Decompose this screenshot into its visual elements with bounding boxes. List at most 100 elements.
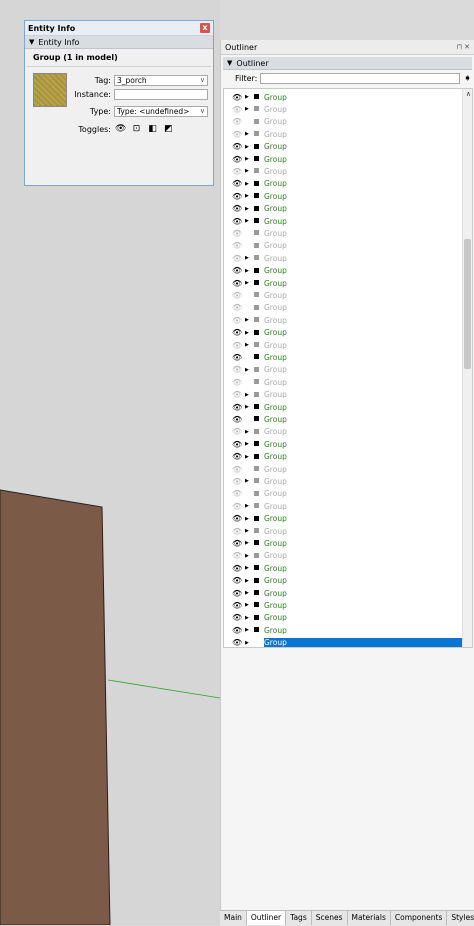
visibility-eye-icon[interactable]: 👁 — [232, 204, 242, 213]
expand-arrow-icon[interactable]: ▶ — [245, 342, 249, 348]
tree-row[interactable]: 👁 ▶ Group — [224, 438, 464, 450]
visibility-eye-icon[interactable]: 👁 — [232, 378, 242, 387]
visibility-eye-icon[interactable]: 👁 — [232, 589, 242, 598]
scroll-up-icon[interactable]: ∧ — [466, 90, 471, 98]
pin-icon[interactable]: ⊓ ✕ — [456, 43, 470, 51]
visibility-eye-icon[interactable]: 👁 — [232, 303, 242, 312]
tree-row[interactable]: 👁 ▶ Group — [224, 389, 464, 401]
expand-arrow-icon[interactable]: ▶ — [245, 144, 249, 150]
expand-arrow-icon[interactable]: ▶ — [245, 193, 249, 199]
tree-row[interactable]: 👁 ▶ Group — [224, 426, 464, 438]
outliner-section-header[interactable]: ▼ Outliner — [223, 57, 472, 70]
close-button[interactable]: x — [200, 23, 210, 33]
expand-arrow-icon[interactable]: ▶ — [245, 615, 249, 621]
visibility-eye-icon[interactable]: 👁 — [232, 105, 242, 114]
tree-row[interactable]: 👁 ▶ Group — [224, 190, 464, 202]
expand-arrow-icon[interactable]: ▶ — [245, 168, 249, 174]
tree-row[interactable]: 👁 ▶ Group — [224, 203, 464, 215]
collapse-triangle-icon[interactable]: ▼ — [29, 38, 34, 46]
expand-arrow-icon[interactable]: ▶ — [245, 540, 249, 546]
tree-row[interactable]: 👁 ▶ Group — [224, 500, 464, 512]
visibility-eye-icon[interactable]: 👁 — [232, 452, 242, 461]
tree-row[interactable]: 👁 Group — [224, 351, 464, 363]
tree-row[interactable]: 👁 ▶ Group — [224, 513, 464, 525]
visibility-eye-icon[interactable]: 👁 — [232, 241, 242, 250]
visibility-eye-icon[interactable]: 👁 — [232, 576, 242, 585]
visibility-eye-icon[interactable]: 👁 — [232, 217, 242, 226]
tree-row[interactable]: 👁 ▶ Group — [224, 327, 464, 339]
expand-arrow-icon[interactable]: ▶ — [245, 429, 249, 435]
expand-arrow-icon[interactable]: ▶ — [245, 528, 249, 534]
tree-row[interactable]: 👁 ▶ Group — [224, 91, 464, 103]
expand-arrow-icon[interactable]: ▶ — [245, 565, 249, 571]
tree-row[interactable]: 👁 Group — [224, 227, 464, 239]
tab-outliner[interactable]: Outliner — [246, 911, 287, 925]
tree-row[interactable]: 👁 ▶ Group — [224, 215, 464, 227]
expand-arrow-icon[interactable]: ▶ — [245, 640, 249, 646]
tree-row[interactable]: 👁 Group — [224, 289, 464, 301]
visibility-eye-icon[interactable]: 👁 — [232, 155, 242, 164]
tree-row[interactable]: 👁 ▶ Group — [224, 128, 464, 140]
tree-row[interactable]: 👁 Group — [224, 488, 464, 500]
collapse-triangle-icon[interactable]: ▼ — [227, 59, 232, 67]
expand-arrow-icon[interactable]: ▶ — [245, 516, 249, 522]
visibility-eye-icon[interactable]: 👁 — [232, 564, 242, 573]
tree-row[interactable]: 👁 ▶ Group — [224, 575, 464, 587]
tree-row[interactable]: 👁 ▶ Group — [224, 252, 464, 264]
tree-row[interactable]: 👁 ▶ Group — [224, 587, 464, 599]
expand-arrow-icon[interactable]: ▶ — [245, 503, 249, 509]
tree-row[interactable]: 👁 ▶ Group — [224, 178, 464, 190]
visibility-eye-icon[interactable]: 👁 — [232, 539, 242, 548]
tab-main[interactable]: Main — [220, 911, 247, 925]
expand-arrow-icon[interactable]: ▶ — [245, 94, 249, 100]
visibility-eye-icon[interactable]: 👁 — [232, 427, 242, 436]
tab-styles[interactable]: Styles — [447, 911, 474, 925]
expand-arrow-icon[interactable]: ▶ — [245, 441, 249, 447]
scroll-thumb[interactable] — [464, 239, 471, 369]
visibility-eye-icon[interactable]: 👁 — [232, 341, 242, 350]
tree-row[interactable]: 👁 ▶ Group — [224, 612, 464, 624]
visibility-eye-icon[interactable]: 👁 — [232, 613, 242, 622]
entity-info-section-header[interactable]: ▼ Entity Info — [25, 36, 213, 49]
expand-arrow-icon[interactable]: ▶ — [245, 181, 249, 187]
visibility-eye-icon[interactable]: 👁 — [232, 638, 242, 647]
tab-components[interactable]: Components — [390, 911, 448, 925]
visibility-eye-icon[interactable]: 👁 — [232, 626, 242, 635]
expand-arrow-icon[interactable]: ▶ — [245, 131, 249, 137]
tree-row[interactable]: 👁 Group — [224, 116, 464, 128]
visibility-eye-icon[interactable]: 👁 — [232, 440, 242, 449]
tree-row[interactable]: 👁 ▶ Group — [224, 364, 464, 376]
expand-arrow-icon[interactable]: ▶ — [245, 330, 249, 336]
visibility-eye-icon[interactable]: 👁 — [232, 130, 242, 139]
tree-row[interactable]: 👁 ▶ Group — [224, 265, 464, 277]
visibility-eye-icon[interactable]: 👁 — [232, 365, 242, 374]
visibility-eye-icon[interactable]: 👁 — [232, 489, 242, 498]
entity-info-titlebar[interactable]: Entity Info x — [25, 21, 213, 36]
expand-arrow-icon[interactable]: ▶ — [245, 268, 249, 274]
tree-row[interactable]: 👁 ▶ Group — [224, 599, 464, 611]
visibility-eye-icon[interactable]: 👁 — [232, 254, 242, 263]
tag-select[interactable]: 3_porch ∨ — [114, 75, 208, 86]
tree-row[interactable]: 👁 ▶ Group — [224, 277, 464, 289]
expand-arrow-icon[interactable]: ▶ — [245, 367, 249, 373]
tree-row[interactable]: 👁 ▶ Group — [224, 153, 464, 165]
expand-arrow-icon[interactable]: ▶ — [245, 106, 249, 112]
cast-shadows-icon[interactable]: ◩ — [163, 124, 174, 135]
visibility-eye-icon[interactable]: 👁 — [232, 353, 242, 362]
expand-arrow-icon[interactable]: ▶ — [245, 317, 249, 323]
expand-arrow-icon[interactable]: ▶ — [245, 602, 249, 608]
expand-arrow-icon[interactable]: ▶ — [245, 627, 249, 633]
tree-row[interactable]: 👁 ▶ Group — [224, 475, 464, 487]
visibility-eye-icon[interactable]: 👁 — [232, 291, 242, 300]
tree-row[interactable]: 👁 ▶ Group — [224, 550, 464, 562]
expand-arrow-icon[interactable]: ▶ — [245, 404, 249, 410]
tab-scenes[interactable]: Scenes — [311, 911, 348, 925]
tree-row[interactable]: 👁 Group — [224, 240, 464, 252]
visibility-eye-icon[interactable]: 👁 — [232, 415, 242, 424]
expand-arrow-icon[interactable]: ▶ — [245, 553, 249, 559]
tree-row[interactable]: 👁 ▶ Group — [224, 165, 464, 177]
tree-row[interactable]: 👁 ▶ Group — [224, 141, 464, 153]
expand-arrow-icon[interactable]: ▶ — [245, 218, 249, 224]
visibility-eye-icon[interactable]: 👁 — [232, 279, 242, 288]
visibility-eye-icon[interactable]: 👁 — [232, 390, 242, 399]
